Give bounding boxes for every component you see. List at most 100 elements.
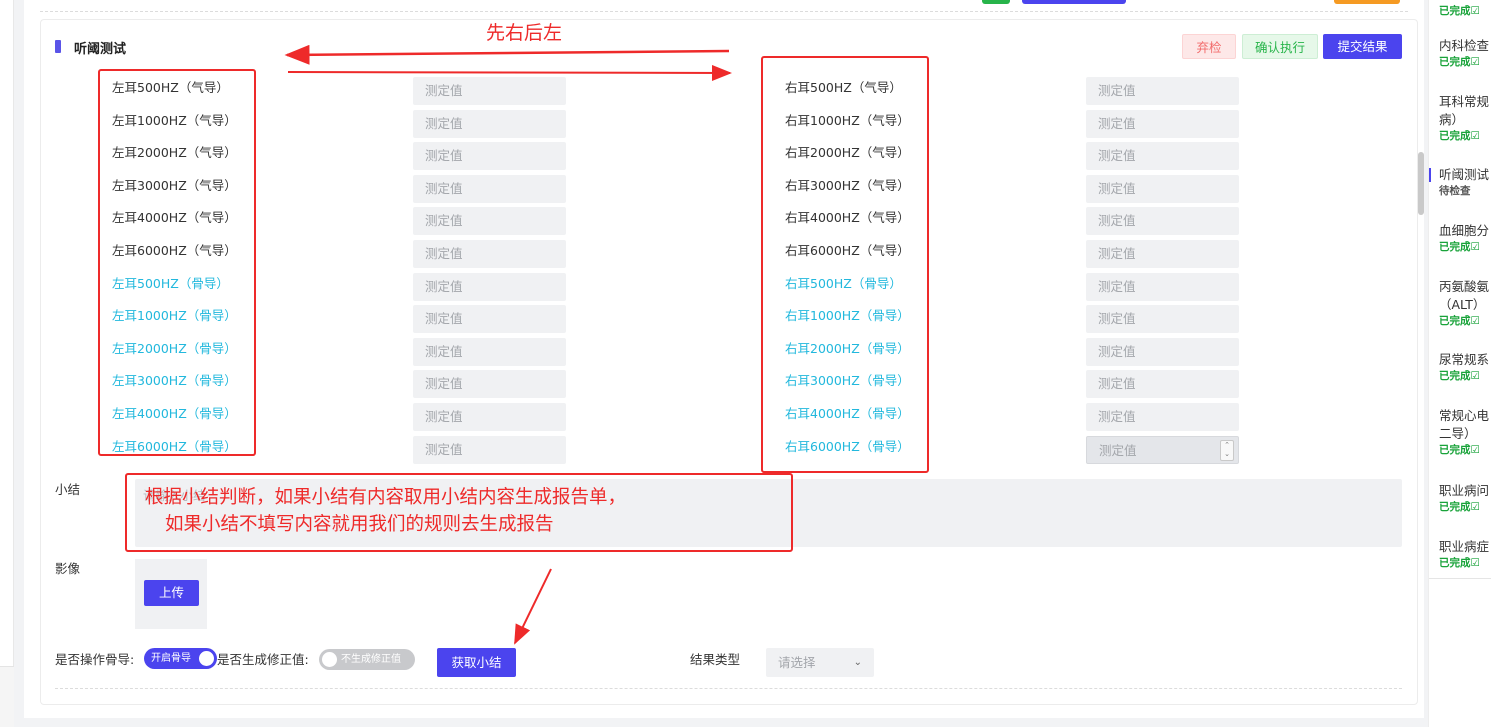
- right-ear-label: 右耳1000HZ（气导）: [785, 112, 910, 128]
- input-placeholder: 测定值: [1098, 246, 1136, 261]
- right-ear-label: 右耳4000HZ（气导）: [785, 210, 910, 226]
- chevron-down-icon: ⌄: [853, 657, 862, 668]
- result-type-label: 结果类型: [690, 652, 741, 667]
- input-placeholder: 测定值: [425, 83, 463, 98]
- input-placeholder: 测定值: [425, 343, 463, 359]
- input-placeholder: 测定值: [1098, 83, 1136, 98]
- exam-list-item[interactable]: 血细胞分 已完成☑: [1439, 222, 1489, 254]
- left-ear-label: 左耳6000HZ（气导）: [112, 243, 237, 258]
- exam-name: 丙氨酸氨: [1439, 279, 1490, 294]
- right-ear-label: 右耳1000HZ（骨导）: [785, 308, 910, 324]
- top-blue-button[interactable]: [1022, 0, 1126, 4]
- left-ear-label: 左耳4000HZ（骨导）: [112, 406, 237, 421]
- exam-status-badge: 已完成☑: [1439, 241, 1480, 253]
- abandon-button[interactable]: 弃检: [1182, 34, 1236, 59]
- left-ear-value-input[interactable]: 测定值: [413, 370, 566, 399]
- right-ear-label: 右耳2000HZ（骨导）: [785, 340, 910, 356]
- input-placeholder: 测定值: [1098, 311, 1136, 327]
- input-placeholder: 测定值: [425, 409, 463, 424]
- top-green-button[interactable]: [982, 0, 1010, 4]
- exam-name: 职业病症: [1439, 539, 1490, 554]
- toggle-knob: [322, 652, 337, 667]
- right-ear-value-input[interactable]: 测定值: [1086, 370, 1239, 399]
- left-ear-value-input[interactable]: 测定值: [413, 337, 566, 366]
- right-ear-label: 右耳3000HZ（骨导）: [785, 373, 910, 389]
- exam-list-item[interactable]: 内科检查已完成☑: [1439, 37, 1489, 69]
- left-ear-label: 左耳2000HZ（气导）: [112, 145, 237, 161]
- fetch-summary-button[interactable]: 获取小结: [437, 648, 516, 677]
- left-ear-label: 左耳2000HZ（骨导）: [112, 340, 237, 356]
- right-ear-label: 右耳6000HZ（骨导）: [785, 438, 910, 454]
- input-placeholder: 测定值: [425, 213, 463, 229]
- upload-button[interactable]: 上传: [144, 580, 199, 606]
- toggle-knob: [199, 651, 214, 666]
- scrollbar-thumb[interactable]: [1418, 152, 1424, 215]
- left-ear-value-input[interactable]: 测定值: [413, 240, 566, 268]
- correction-question: 是否生成修正值:: [217, 652, 309, 667]
- right-ear-value-input[interactable]: 测定值: [1086, 174, 1239, 203]
- submit-result-button[interactable]: 提交结果: [1323, 34, 1402, 59]
- right-ear-value-input[interactable]: 测定值: [1086, 403, 1239, 431]
- main-panel: 听阈测试 弃检 确认执行 提交结果 左耳500HZ（气导） 测定值 左耳1000HZ…: [24, 0, 1424, 718]
- left-ear-value-input[interactable]: 测定值: [413, 435, 566, 464]
- right-ear-value-input[interactable]: 测定值: [1086, 142, 1239, 171]
- right-ear-value-input[interactable]: 测定值 ⌃ ⌄: [1086, 435, 1239, 464]
- exam-list-panel: 已完成☑ 内科检查 已完成☑ 耳科常规 病） 已完成☑ 听阈测试 待检查 血细胞分 已完成☑ 丙氨酸…: [1428, 0, 1491, 727]
- exam-list-item[interactable]: 已完成☑: [1439, 4, 1480, 18]
- exam-list-item[interactable]: 常规心电 二导） 已完成☑: [1439, 407, 1489, 457]
- exam-name: 尿常规系: [1439, 352, 1490, 367]
- input-placeholder: 测定值: [1098, 115, 1136, 131]
- active-item-marker: [1429, 168, 1431, 182]
- left-ear-label: 左耳4000HZ（气导）: [112, 210, 237, 226]
- exam-status-badge: 已完成☑: [1439, 56, 1480, 68]
- summary-label: 小结: [55, 482, 81, 497]
- right-ear-value-input[interactable]: 测定值: [1086, 207, 1239, 236]
- left-ear-value-input[interactable]: 测定值: [413, 109, 566, 138]
- exam-status-badge: 已完成☑: [1439, 130, 1480, 142]
- exam-list-item[interactable]: 职业病症已完成☑: [1439, 538, 1489, 570]
- right-ear-value-input[interactable]: 测定值: [1086, 240, 1239, 268]
- exam-status-badge: 已完成☑: [1439, 501, 1480, 513]
- exam-status-badge: 已完成☑: [1439, 557, 1480, 569]
- input-placeholder: 测定值: [1098, 213, 1136, 229]
- left-ear-value-input[interactable]: 测定值: [413, 174, 566, 203]
- left-ear-value-input[interactable]: 测定值: [413, 77, 566, 105]
- annotation-summary-text: 根据小结判断，如果小结有内容取用小结内容生成报告单， 如果小结不填写内容就用我们…: [145, 484, 626, 538]
- bottom-divider: [55, 688, 1402, 689]
- exam-list-item[interactable]: 耳科常规 病） 已完成☑: [1439, 93, 1489, 143]
- bone-conduction-toggle[interactable]: 开启骨导: [144, 648, 217, 669]
- top-orange-button[interactable]: [1334, 0, 1400, 4]
- left-ear-value-input[interactable]: 测定值: [413, 207, 566, 236]
- confirm-button[interactable]: 确认执行: [1242, 34, 1318, 59]
- right-ear-value-input[interactable]: 测定值: [1086, 77, 1239, 105]
- input-placeholder: 测定值: [425, 115, 463, 131]
- right-ear-label: 右耳3000HZ（气导）: [785, 177, 910, 193]
- left-ear-value-input[interactable]: 测定值: [413, 272, 566, 301]
- exam-name: 耳科常规: [1439, 94, 1490, 109]
- right-ear-value-input[interactable]: 测定值: [1086, 337, 1239, 366]
- right-ear-value-input[interactable]: 测定值: [1086, 109, 1239, 138]
- right-ear-value-input[interactable]: 测定值: [1086, 272, 1239, 301]
- exam-list-item[interactable]: 听阈测试 待检查: [1439, 166, 1489, 198]
- image-label: 影像: [55, 561, 81, 576]
- number-stepper-icon[interactable]: ⌃ ⌄: [1220, 439, 1234, 461]
- exam-list-item[interactable]: 职业病问 已完成☑: [1439, 482, 1489, 514]
- exam-name: 内科检查: [1439, 38, 1490, 53]
- exam-status-badge: 已完成☑: [1439, 5, 1480, 17]
- correction-toggle[interactable]: 不生成修正值: [319, 649, 415, 670]
- input-placeholder: 测定值: [1099, 442, 1137, 458]
- input-placeholder: 测定值: [1098, 180, 1136, 196]
- left-ear-label: 左耳6000HZ（骨导）: [112, 438, 237, 454]
- input-placeholder: 测定值: [1098, 343, 1136, 359]
- left-ear-value-input[interactable]: 测定值: [413, 403, 566, 431]
- left-ear-value-input[interactable]: 测定值: [413, 142, 566, 171]
- exam-list-item[interactable]: 尿常规系 已完成☑: [1439, 351, 1489, 383]
- section-title: 听阈测试: [74, 42, 127, 57]
- section-marker: [55, 40, 61, 53]
- right-ear-label: 右耳500HZ（气导）: [785, 80, 902, 95]
- right-ear-label: 右耳2000HZ（气导）: [785, 145, 910, 161]
- result-type-select[interactable]: 请选择 ⌄: [766, 648, 874, 677]
- left-ear-value-input[interactable]: 测定值: [413, 305, 566, 334]
- exam-list-item[interactable]: 丙氨酸氨 （ALT） 已完成☑: [1439, 278, 1489, 328]
- right-ear-value-input[interactable]: 测定值: [1086, 305, 1239, 334]
